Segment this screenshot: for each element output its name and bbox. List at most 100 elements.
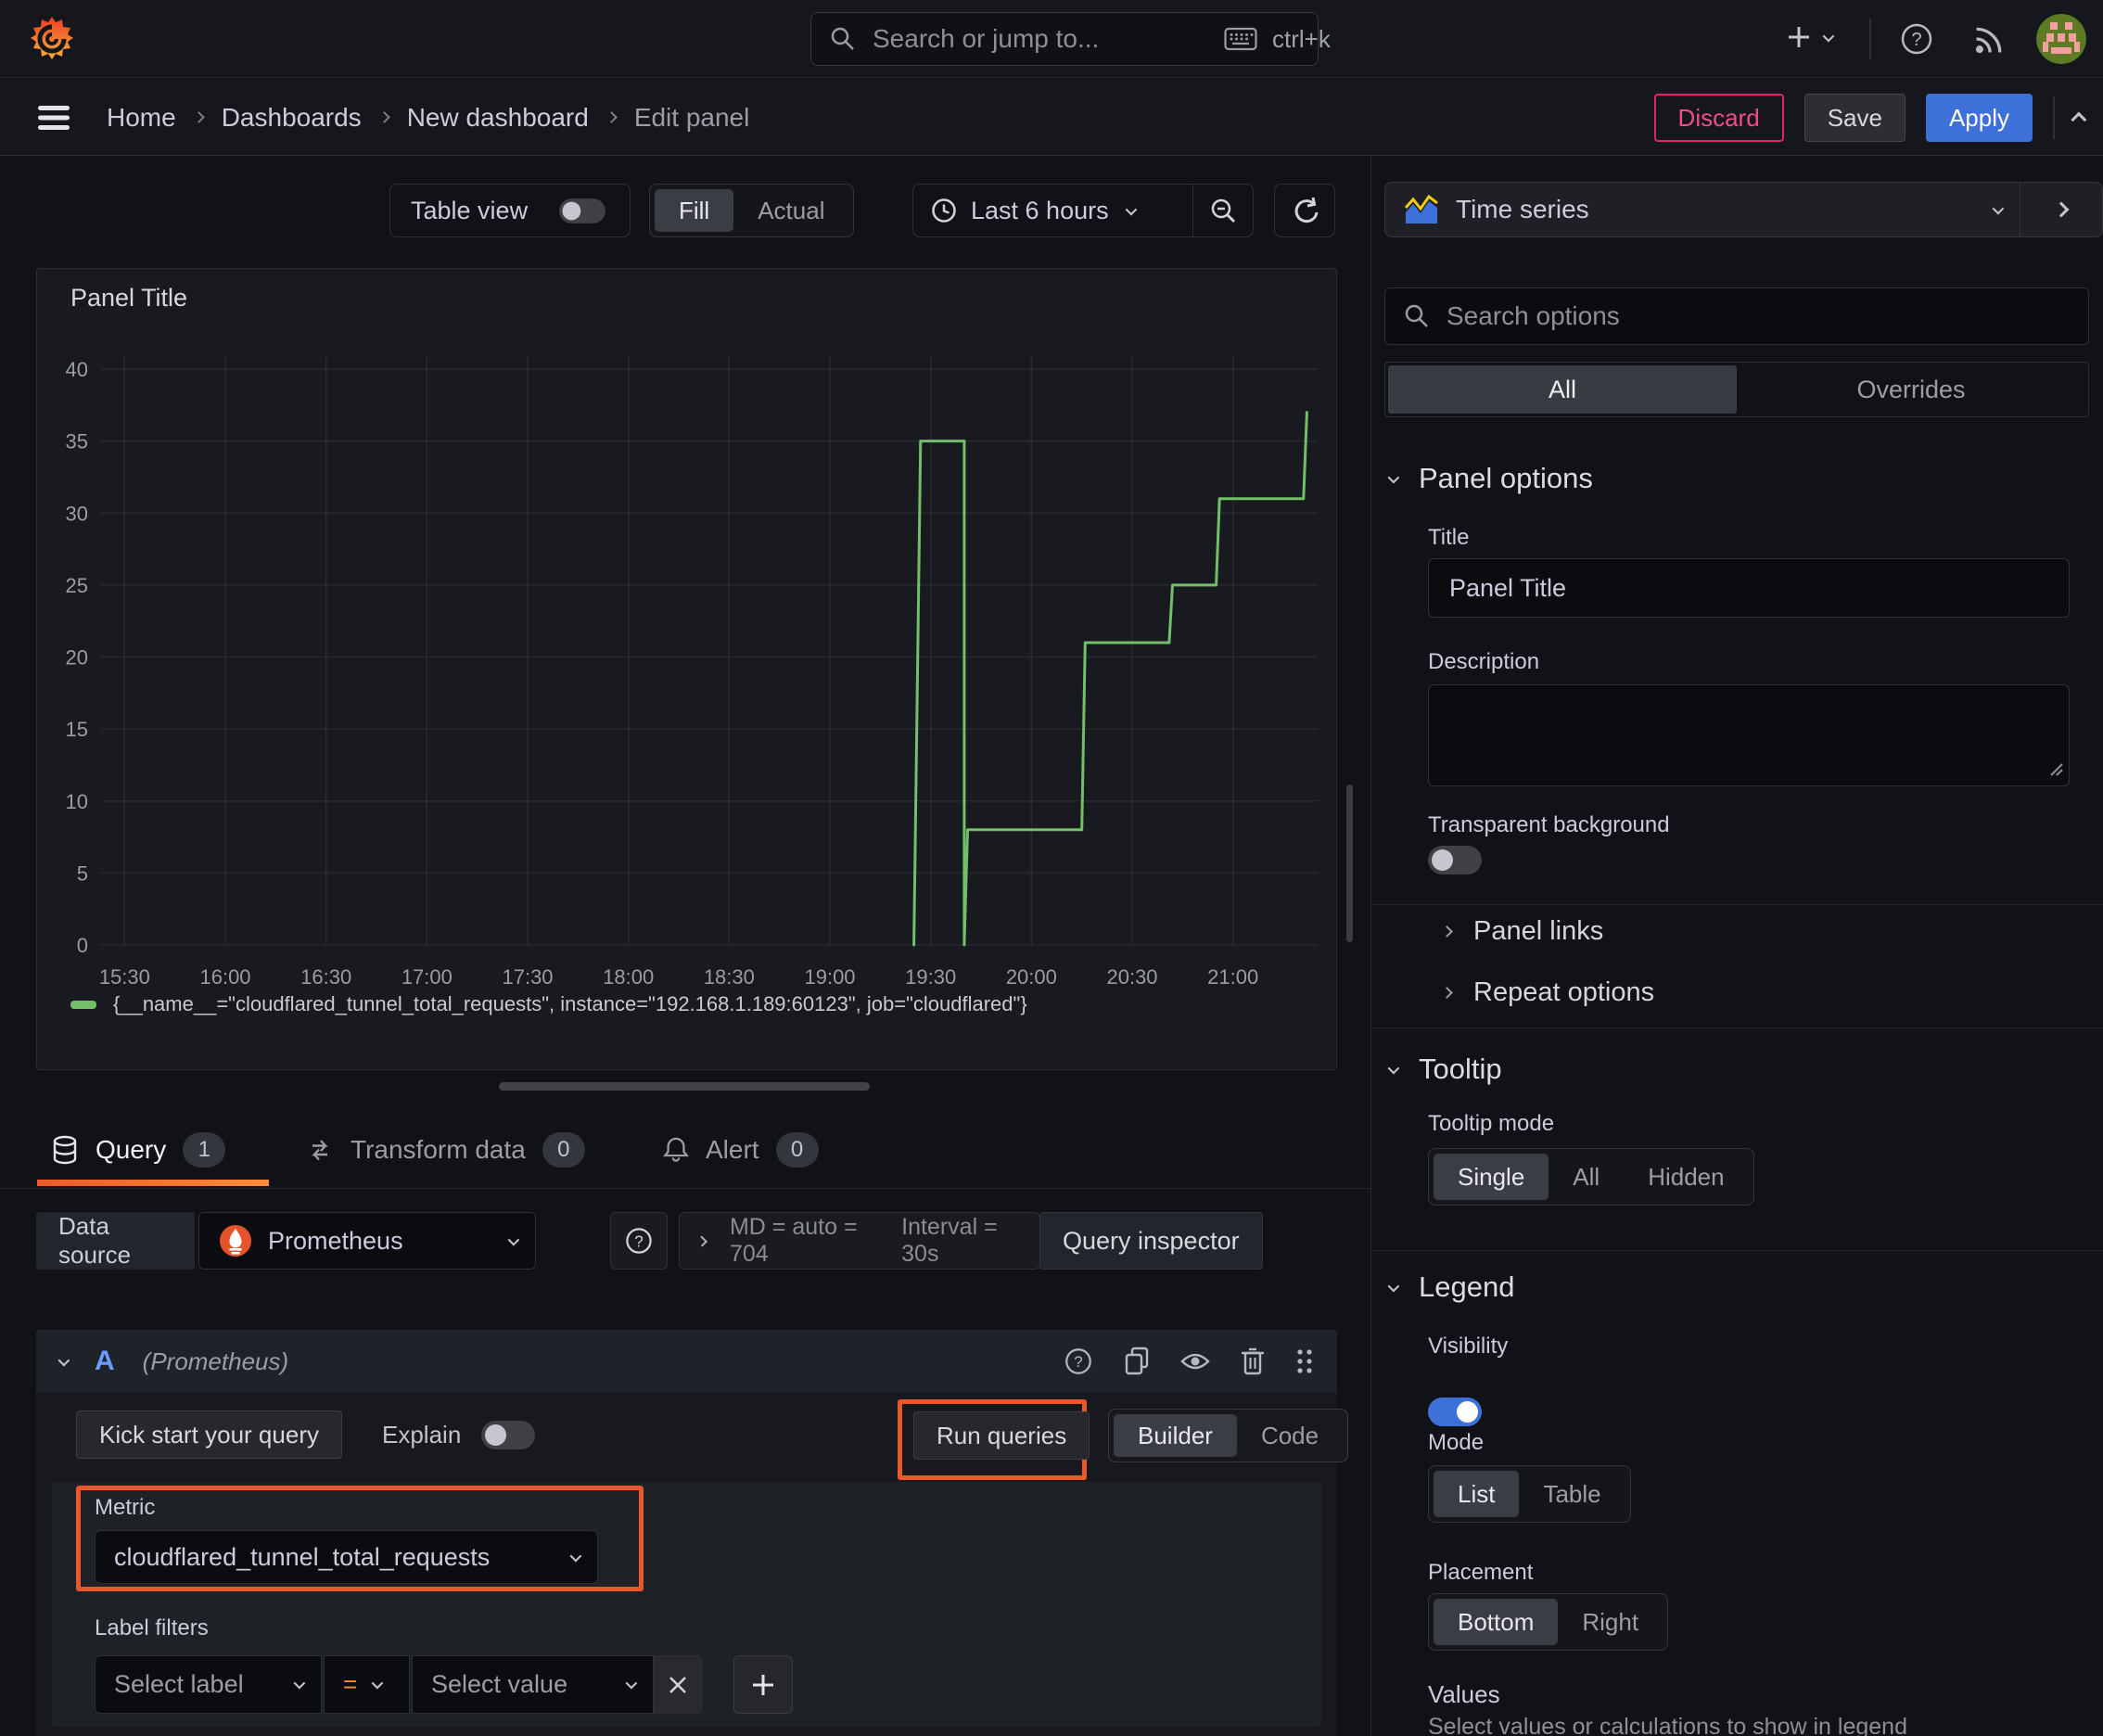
svg-text:19:00: 19:00 [804, 965, 855, 989]
tooltip-all-option[interactable]: All [1549, 1154, 1624, 1200]
legend-heading: Legend [1419, 1270, 1515, 1303]
legend-mode-table-option[interactable]: Table [1519, 1471, 1625, 1517]
panel-title-field[interactable] [1428, 558, 2070, 618]
toggle-visibility-eye-icon[interactable] [1179, 1348, 1211, 1374]
panel-links-section[interactable]: Panel links [1441, 916, 1603, 947]
legend-swatch [70, 1000, 96, 1009]
tooltip-section-header[interactable]: Tooltip [1387, 1053, 1502, 1086]
options-search-input[interactable] [1445, 300, 2070, 332]
time-range-picker[interactable]: Last 6 hours [913, 197, 1192, 225]
save-button[interactable]: Save [1803, 94, 1905, 142]
query-inspector-button[interactable]: Query inspector [1039, 1212, 1263, 1270]
metric-select[interactable]: cloudflared_tunnel_total_requests [95, 1530, 598, 1584]
tab-transform-data[interactable]: Transform data 0 [306, 1117, 585, 1183]
duplicate-query-icon[interactable] [1122, 1346, 1152, 1377]
code-option[interactable]: Code [1237, 1414, 1343, 1457]
collapse-query-icon[interactable] [57, 1354, 70, 1366]
svg-text:10: 10 [66, 790, 88, 813]
description-field[interactable] [1428, 684, 2070, 786]
hamburger-menu-icon[interactable] [35, 103, 72, 133]
select-value-dropdown[interactable]: Select value [412, 1655, 654, 1714]
collapse-header-icon[interactable] [2071, 111, 2087, 128]
operator-dropdown[interactable]: = [324, 1655, 410, 1714]
panel-title[interactable]: Panel Title [70, 284, 187, 313]
tab-alert[interactable]: Alert 0 [663, 1117, 819, 1183]
svg-text:20:30: 20:30 [1106, 965, 1157, 989]
builder-option[interactable]: Builder [1114, 1414, 1237, 1457]
tab-overrides[interactable]: Overrides [1737, 365, 2085, 414]
time-series-chart[interactable]: 0 5 10 15 20 25 30 35 40 15:30 16:00 16:30 17:00 17:3… [50, 346, 1325, 995]
visualization-picker[interactable]: Time series [1384, 182, 2103, 237]
table-view-toggle[interactable] [559, 198, 605, 223]
svg-text:17:30: 17:30 [502, 965, 553, 989]
run-queries-button[interactable]: Run queries [913, 1411, 1090, 1460]
global-search-box[interactable]: ctrl+k [810, 12, 1331, 66]
datasource-help-button[interactable]: ? [610, 1212, 668, 1270]
all-overrides-tabs: All Overrides [1384, 362, 2089, 417]
panel-options-heading: Panel options [1419, 462, 1593, 494]
breadcrumb-separator-icon [377, 111, 390, 123]
explain-toggle[interactable] [481, 1420, 536, 1449]
description-textarea[interactable] [1428, 684, 2070, 786]
breadcrumb-edit-panel: Edit panel [633, 102, 750, 132]
breadcrumb-dashboards[interactable]: Dashboards [222, 103, 362, 133]
select-label-dropdown[interactable]: Select label [95, 1655, 322, 1714]
refresh-button[interactable] [1274, 184, 1335, 237]
select-value-placeholder: Select value [431, 1670, 568, 1698]
datasource-picker[interactable]: Prometheus [198, 1212, 536, 1270]
search-icon [830, 26, 856, 52]
vertical-scrollbar-thumb[interactable] [1346, 785, 1353, 942]
time-range-group: Last 6 hours [912, 184, 1254, 237]
svg-text:20: 20 [66, 646, 88, 670]
placement-bottom-option[interactable]: Bottom [1434, 1599, 1559, 1645]
transparent-background-toggle[interactable] [1428, 846, 1482, 874]
discard-button[interactable]: Discard [1653, 94, 1784, 142]
tab-query[interactable]: Query 1 [51, 1117, 226, 1183]
tooltip-single-option[interactable]: Single [1434, 1154, 1549, 1200]
help-button[interactable]: ? [1897, 19, 1936, 58]
breadcrumb-new-dashboard[interactable]: New dashboard [407, 103, 589, 133]
tooltip-mode-label: Tooltip mode [1428, 1111, 1555, 1136]
visualization-name: Time series [1456, 195, 1589, 223]
options-search-box[interactable] [1384, 287, 2089, 345]
topbar-divider [1869, 19, 1871, 59]
query-row-header[interactable]: A (Prometheus) ? [36, 1330, 1337, 1393]
svg-text:40: 40 [66, 358, 88, 381]
panel-options-section-header[interactable]: Panel options [1387, 462, 1593, 495]
table-view-control: Table view [389, 184, 631, 237]
breadcrumb-home[interactable]: Home [107, 103, 176, 133]
user-avatar[interactable] [2036, 14, 2086, 64]
delete-query-trash-icon[interactable] [1239, 1346, 1267, 1377]
stats-max-datapoints: MD = auto = 704 [729, 1214, 858, 1267]
resize-handle-icon[interactable] [2049, 762, 2064, 777]
breadcrumb-bar: Home Dashboards New dashboard Edit panel… [0, 79, 2103, 156]
query-help-icon[interactable]: ? [1063, 1346, 1094, 1377]
legend-mode-list-option[interactable]: List [1434, 1471, 1520, 1517]
apply-button[interactable]: Apply [1925, 94, 2033, 142]
placement-right-option[interactable]: Right [1558, 1599, 1663, 1645]
news-rss-button[interactable] [1969, 19, 2008, 58]
add-menu-button[interactable] [1784, 22, 1835, 52]
legend-visibility-toggle[interactable] [1428, 1398, 1482, 1426]
remove-filter-button[interactable] [654, 1655, 702, 1714]
grafana-logo-icon[interactable] [28, 15, 76, 63]
tab-all[interactable]: All [1388, 365, 1737, 414]
toggle-viz-panel-button[interactable] [2020, 183, 2102, 236]
add-filter-button[interactable] [733, 1655, 793, 1714]
tab-alert-label: Alert [706, 1135, 759, 1164]
repeat-options-section[interactable]: Repeat options [1441, 977, 1654, 1008]
fill-option[interactable]: Fill [655, 189, 734, 232]
panel-title-input[interactable] [1447, 572, 2050, 604]
actual-option[interactable]: Actual [733, 189, 848, 232]
expand-stats-icon[interactable] [695, 1234, 707, 1247]
kick-start-query-button[interactable]: Kick start your query [76, 1410, 342, 1459]
chart-legend[interactable]: {__name__="cloudflared_tunnel_total_requ… [70, 992, 1027, 1016]
breadcrumb-separator-icon [192, 111, 205, 123]
drag-handle-icon[interactable] [1294, 1347, 1315, 1376]
legend-section-header[interactable]: Legend [1387, 1270, 1515, 1304]
horizontal-splitter-handle[interactable] [499, 1082, 870, 1091]
zoom-out-button[interactable] [1193, 185, 1253, 236]
legend-placement-segmented: Bottom Right [1428, 1593, 1669, 1651]
tooltip-hidden-option[interactable]: Hidden [1624, 1154, 1748, 1200]
global-search-input[interactable] [871, 23, 1209, 55]
